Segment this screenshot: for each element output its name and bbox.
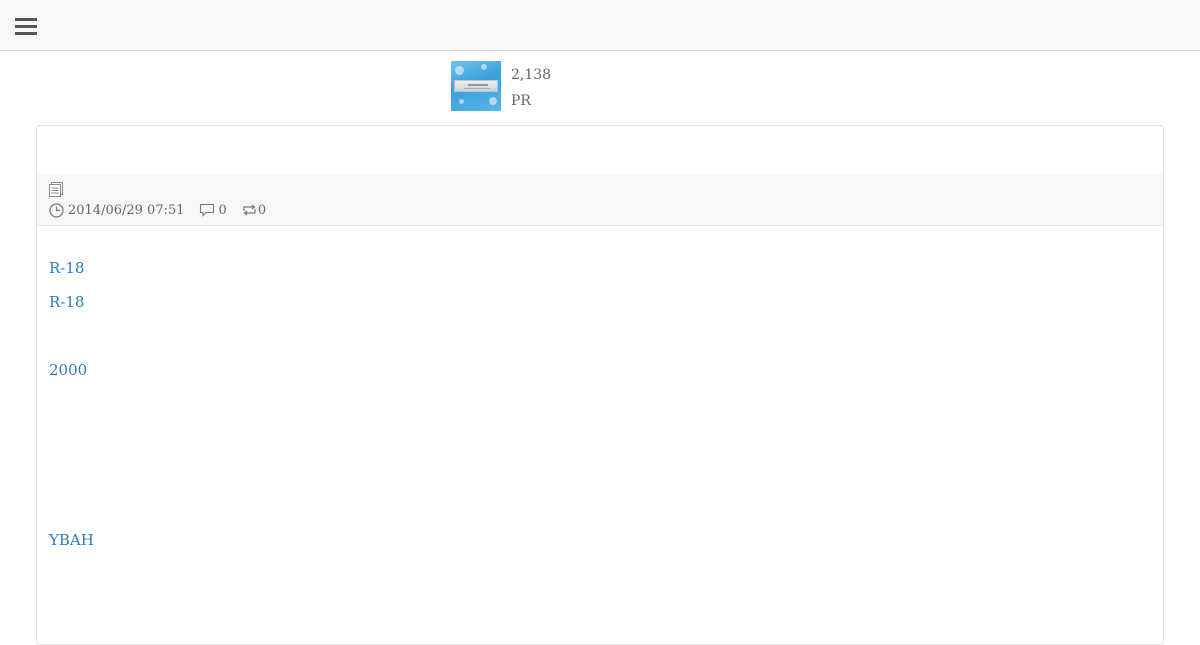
profile-thumbnail[interactable] [451, 61, 501, 111]
reblog-count-link[interactable]: 0 [241, 203, 266, 218]
content-link-r18-second[interactable]: R-18 [49, 293, 84, 311]
pr-label: PR [511, 93, 531, 109]
document-icon [49, 182, 63, 197]
clock-icon [49, 202, 64, 218]
comment-icon [199, 203, 214, 217]
post-meta: 2014/06/29 07:51 0 0 [37, 174, 1163, 226]
comment-count: 0 [218, 202, 227, 218]
reblog-count: 0 [257, 202, 267, 218]
content-link-r18-first[interactable]: R-18 [49, 259, 84, 277]
content-link-ybah[interactable]: YBAH [49, 531, 94, 549]
follower-count: 2,138 [511, 67, 552, 83]
comment-count-link[interactable]: 0 [199, 203, 227, 218]
post-panel: 2014/06/29 07:51 0 0 R-18 R-18 2000 YBAH [36, 125, 1164, 645]
reblog-icon [243, 204, 256, 216]
top-bar [0, 0, 1200, 51]
post-date: 2014/06/29 07:51 [68, 202, 185, 218]
hamburger-menu-icon[interactable] [15, 18, 37, 35]
content-link-2000[interactable]: 2000 [49, 361, 87, 379]
